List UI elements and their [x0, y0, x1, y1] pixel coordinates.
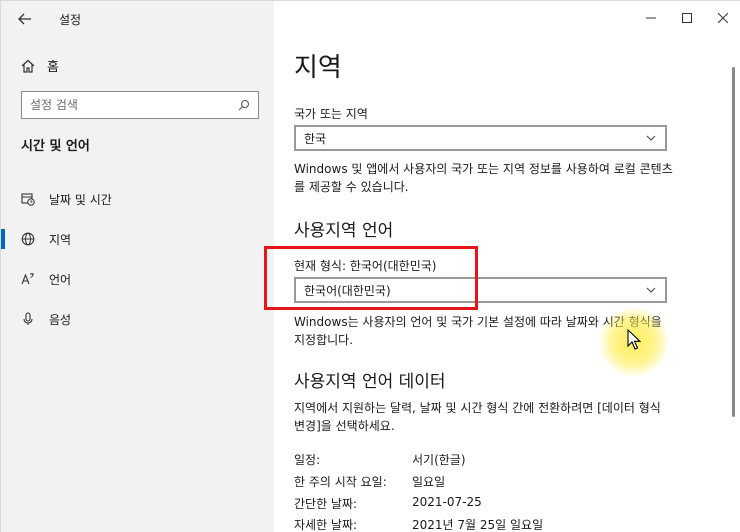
info-value: 2021년 7월 25일 일요일 — [412, 518, 544, 532]
search-icon[interactable] — [238, 99, 250, 111]
regional-format-heading: 사용지역 언어 — [294, 221, 394, 241]
info-key: 자세한 날짜: — [294, 518, 358, 532]
info-row-calendar: 일정: 서기(한글) — [294, 451, 694, 468]
info-row-first-day: 한 주의 시작 요일: 일요일 — [294, 473, 694, 490]
sidebar-item-date-time[interactable]: 날짜 및 시간 — [1, 179, 274, 219]
mouse-cursor-icon — [627, 329, 641, 350]
calendar-clock-icon — [21, 192, 35, 206]
close-button[interactable] — [705, 1, 740, 35]
title-bar: 설정 — [1, 1, 274, 37]
home-label: 홈 — [47, 60, 59, 75]
regional-data-description: 지역에서 지원하는 달력, 날짜 및 시간 형식 간에 전환하려면 [데이터 형… — [294, 401, 661, 433]
home-icon — [21, 59, 35, 73]
globe-icon — [21, 232, 35, 246]
country-value: 한국 — [304, 131, 327, 146]
sidebar-item-label: 언어 — [49, 272, 72, 287]
maximize-icon — [682, 13, 692, 23]
sidebar-item-region[interactable]: 지역 — [1, 219, 274, 259]
info-row-long-date: 자세한 날짜: 2021년 7월 25일 일요일 — [294, 516, 694, 532]
country-description: Windows 및 앱에서 사용자의 국가 또는 지역 정보를 사용하여 로컬 … — [294, 162, 673, 194]
sidebar-item-language[interactable]: 언어 — [1, 259, 274, 299]
back-button[interactable] — [15, 9, 35, 29]
microphone-icon — [21, 312, 35, 326]
info-row-short-date: 간단한 날짜: 2021-07-25 — [294, 495, 694, 512]
back-arrow-icon — [18, 13, 31, 25]
home-link[interactable]: 홈 — [21, 56, 59, 75]
search-box[interactable] — [21, 91, 259, 119]
window-controls — [633, 1, 740, 37]
info-value: 2021-07-25 — [412, 495, 482, 509]
sidebar: 설정 홈 시간 및 언어 날짜 및 시간 지역 — [1, 1, 274, 532]
country-select[interactable]: 한국 — [294, 125, 667, 151]
sidebar-nav: 날짜 및 시간 지역 언어 음성 — [1, 179, 274, 339]
app-title: 설정 — [59, 13, 82, 27]
sidebar-item-label: 음성 — [49, 312, 72, 327]
info-value: 서기(한글) — [412, 453, 466, 467]
scrollbar[interactable] — [729, 37, 739, 532]
close-icon — [718, 13, 728, 23]
country-label: 국가 또는 지역 — [294, 107, 368, 121]
chevron-down-icon — [646, 287, 656, 293]
maximize-button[interactable] — [669, 1, 705, 35]
language-icon — [21, 272, 35, 286]
sidebar-item-speech[interactable]: 음성 — [1, 299, 274, 339]
settings-window: 설정 홈 시간 및 언어 날짜 및 시간 지역 — [0, 0, 740, 532]
scrollbar-thumb[interactable] — [732, 67, 735, 417]
info-key: 간단한 날짜: — [294, 497, 358, 511]
highlight-box — [264, 246, 478, 310]
minimize-icon — [646, 17, 656, 19]
search-input[interactable] — [30, 98, 238, 112]
sidebar-section-title: 시간 및 언어 — [21, 139, 90, 154]
minimize-button[interactable] — [633, 1, 669, 35]
info-value: 일요일 — [412, 475, 446, 489]
sidebar-item-label: 날짜 및 시간 — [49, 192, 112, 207]
page-title: 지역 — [294, 53, 342, 83]
chevron-down-icon — [646, 135, 656, 141]
info-key: 일정: — [294, 453, 321, 467]
info-key: 한 주의 시작 요일: — [294, 475, 387, 489]
sidebar-item-label: 지역 — [49, 232, 72, 247]
regional-data-heading: 사용지역 언어 데이터 — [294, 372, 446, 392]
